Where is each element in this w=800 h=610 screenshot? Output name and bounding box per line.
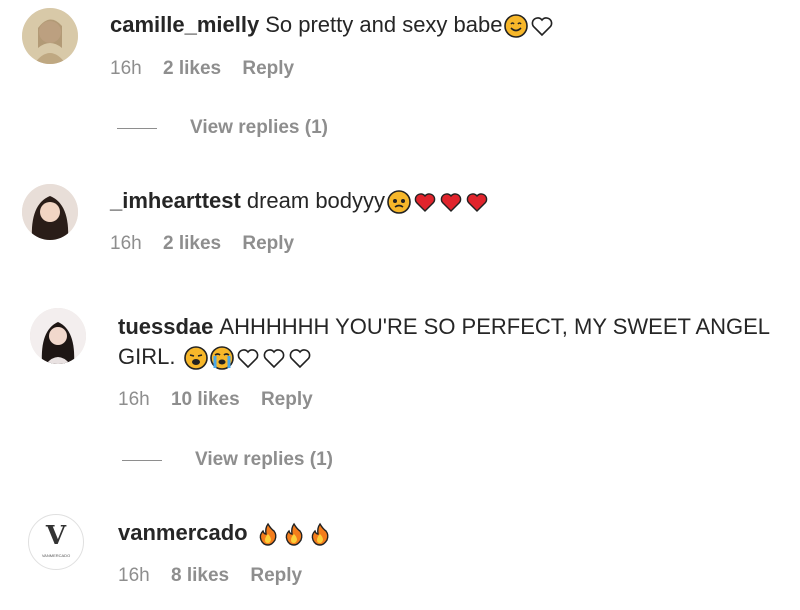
outline-heart-icon bbox=[236, 346, 260, 370]
comment-username[interactable]: vanmercado bbox=[118, 520, 248, 545]
avatar[interactable] bbox=[22, 184, 78, 240]
avatar[interactable] bbox=[22, 8, 78, 64]
comment-time: 16h bbox=[110, 58, 142, 79]
comment-time: 16h bbox=[118, 565, 150, 586]
view-replies-button[interactable]: View replies (1) bbox=[195, 449, 333, 471]
comment-username[interactable]: camille_mielly bbox=[110, 12, 259, 37]
comment-username[interactable]: tuessdae bbox=[118, 314, 213, 339]
avatar[interactable] bbox=[30, 308, 86, 364]
avatar[interactable]: V VANMERCADO bbox=[28, 514, 84, 570]
comment-likes[interactable]: 2 likes bbox=[163, 58, 221, 79]
crying-face-emoji bbox=[209, 346, 234, 370]
comment-likes[interactable]: 2 likes bbox=[163, 233, 221, 254]
comment-text: So pretty and sexy babe bbox=[265, 12, 503, 37]
fire-emoji bbox=[308, 522, 332, 546]
avatar-logo-subtext: VANMERCADO bbox=[41, 553, 71, 558]
comment-likes[interactable]: 8 likes bbox=[171, 565, 229, 586]
comment-likes[interactable]: 10 likes bbox=[171, 389, 240, 410]
pleading-face-emoji bbox=[387, 190, 411, 214]
red-heart-emoji bbox=[413, 190, 437, 214]
reply-button[interactable]: Reply bbox=[250, 565, 302, 586]
comment-username[interactable]: _imhearttest bbox=[110, 188, 241, 213]
comment-time: 16h bbox=[110, 233, 142, 254]
replies-divider bbox=[122, 459, 162, 461]
smiling-face-emoji bbox=[504, 14, 529, 38]
weary-face-emoji bbox=[183, 346, 208, 370]
outline-heart-icon bbox=[288, 346, 312, 370]
outline-heart-icon bbox=[530, 14, 554, 38]
outline-heart-icon bbox=[262, 346, 286, 370]
reply-button[interactable]: Reply bbox=[261, 389, 313, 410]
view-replies-button[interactable]: View replies (1) bbox=[190, 117, 328, 139]
reply-button[interactable]: Reply bbox=[242, 233, 294, 254]
reply-button[interactable]: Reply bbox=[242, 58, 294, 79]
red-heart-emoji bbox=[439, 190, 463, 214]
fire-emoji bbox=[256, 522, 280, 546]
comment-time: 16h bbox=[118, 389, 150, 410]
replies-divider bbox=[117, 127, 157, 129]
comment-text: dream bodyyy bbox=[246, 188, 386, 213]
avatar-logo: V bbox=[45, 521, 67, 551]
red-heart-emoji bbox=[465, 190, 489, 214]
fire-emoji bbox=[282, 522, 306, 546]
